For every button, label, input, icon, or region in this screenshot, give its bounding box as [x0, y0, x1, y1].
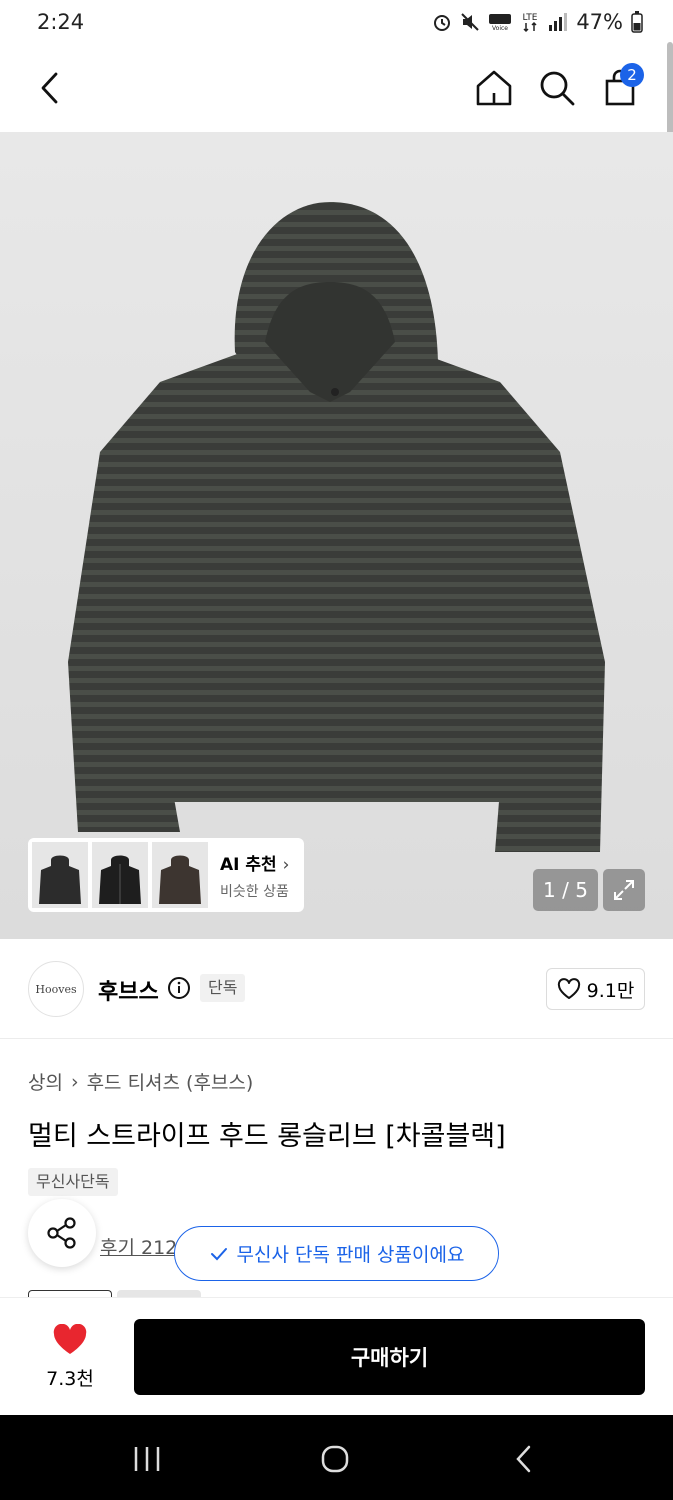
ai-recommendation-card[interactable]: AI 추천 › 비슷한 상품: [28, 838, 304, 912]
cart-count-badge: 2: [620, 63, 644, 87]
home-circle-icon: [321, 1445, 349, 1473]
chevron-right-icon: ›: [70, 1070, 79, 1093]
review-link[interactable]: 후기 212: [100, 1233, 177, 1260]
home-icon: [476, 70, 512, 106]
brand-name[interactable]: 후브스: [98, 974, 159, 1006]
heart-outline-icon: [557, 978, 580, 999]
product-image: [68, 202, 605, 852]
breadcrumb: 상의 › 후드 티셔츠 (후브스): [28, 1068, 253, 1095]
brand-logo[interactable]: Hooves: [28, 961, 84, 1017]
brand-like-count: 9.1만: [586, 979, 635, 1002]
status-bar: 2:24 Voice LTE 47%: [0, 0, 673, 44]
status-icons: Voice LTE 47%: [432, 10, 643, 34]
recent-apps-button[interactable]: [125, 1437, 169, 1481]
battery-percent: 47%: [576, 10, 623, 34]
info-icon[interactable]: [167, 976, 191, 1000]
breadcrumb-item[interactable]: 상의: [28, 1068, 63, 1095]
heart-filled-icon: [53, 1324, 87, 1354]
exclusive-tag: 단독: [200, 974, 246, 1002]
back-button[interactable]: [24, 62, 76, 114]
exclusive-toast: 무신사 단독 판매 상품이에요: [174, 1226, 499, 1281]
hd-voice-icon: Voice: [489, 14, 512, 32]
product-gallery[interactable]: AI 추천 › 비슷한 상품 1 / 5: [0, 132, 673, 939]
recent-apps-icon: [134, 1447, 160, 1471]
expand-icon: [614, 880, 634, 900]
ai-subtitle: 비슷한 상품: [220, 883, 289, 900]
chevron-right-icon: ›: [282, 854, 290, 875]
back-nav-button[interactable]: [502, 1437, 546, 1481]
back-nav-icon: [516, 1445, 531, 1473]
search-icon: [540, 71, 575, 106]
product-title: 멀티 스트라이프 후드 롱슬리브 [차콜블랙]: [28, 1121, 506, 1152]
share-button[interactable]: [28, 1199, 96, 1267]
search-button[interactable]: [531, 62, 583, 114]
ai-recommendation-text: AI 추천 › 비슷한 상품: [220, 850, 289, 901]
lte-icon: LTE: [523, 13, 538, 33]
alarm-icon: [434, 15, 451, 31]
svg-text:LTE: LTE: [523, 13, 538, 23]
brand-row: Hooves 후브스 단독 9.1만: [0, 939, 673, 1039]
mute-icon: [461, 13, 480, 31]
breadcrumb-item[interactable]: 후드 티셔츠 (후브스): [87, 1068, 254, 1095]
brand-like-button[interactable]: 9.1만: [546, 968, 645, 1010]
home-button[interactable]: [468, 62, 520, 114]
status-time: 2:24: [37, 10, 85, 34]
toast-text: 무신사 단독 판매 상품이에요: [236, 1244, 465, 1266]
gallery-pager: 1 / 5: [533, 869, 598, 911]
wishlist-count: 7.3천: [46, 1368, 94, 1390]
svg-text:Voice: Voice: [492, 25, 508, 32]
bottom-action-bar: 7.3천 구매하기: [0, 1297, 673, 1415]
share-icon: [47, 1217, 76, 1249]
cart-button[interactable]: 2: [594, 62, 646, 114]
check-icon: [210, 1247, 227, 1260]
android-nav-bar: [0, 1415, 673, 1500]
ai-thumb-3: [152, 842, 208, 908]
musinsa-exclusive-tag: 무신사단독: [28, 1168, 118, 1196]
ai-title: AI 추천: [220, 854, 277, 875]
top-nav: 2: [0, 44, 673, 132]
signal-icon: [549, 13, 568, 31]
chevron-left-icon: [41, 72, 58, 104]
expand-button[interactable]: [603, 869, 645, 911]
home-nav-button[interactable]: [313, 1437, 357, 1481]
ai-thumb-2: [92, 842, 148, 908]
buy-button[interactable]: 구매하기: [134, 1319, 645, 1395]
ai-thumb-1: [32, 842, 88, 908]
wishlist-button[interactable]: 7.3천: [28, 1324, 112, 1391]
battery-icon: [631, 11, 643, 33]
